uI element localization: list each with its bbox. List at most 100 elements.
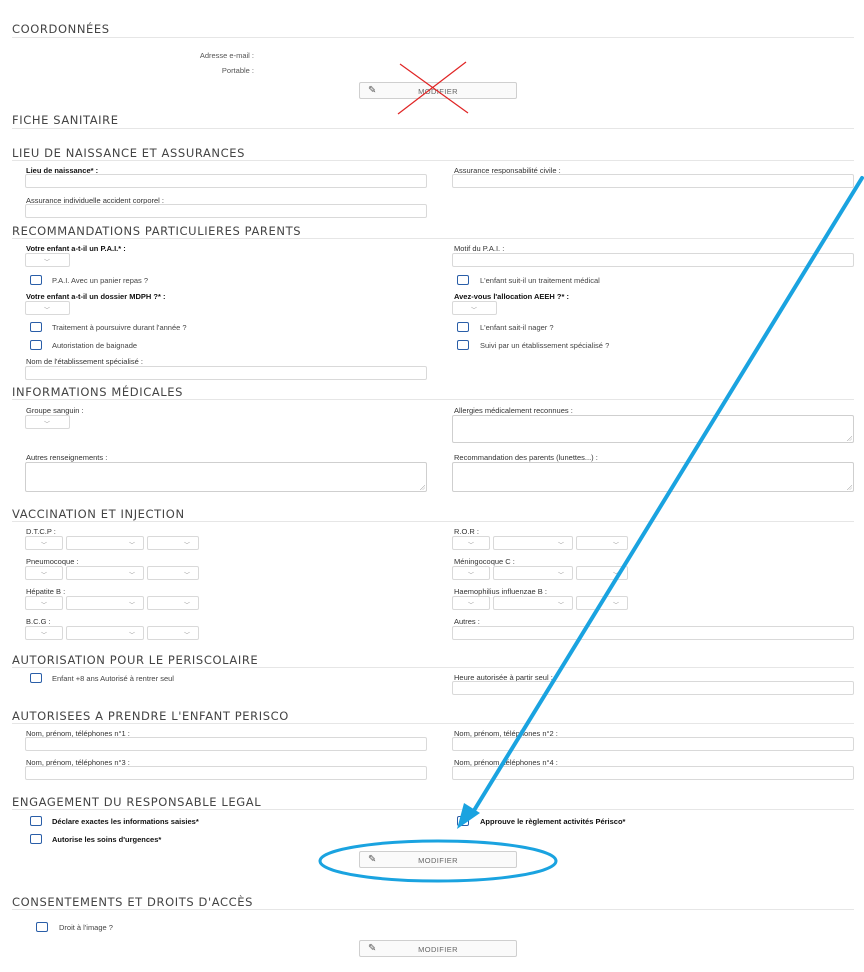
- dtcp-day-select[interactable]: ﹀: [25, 536, 63, 550]
- vaccin-autres-label: Autres :: [454, 617, 480, 626]
- suivi-checkbox[interactable]: [457, 340, 469, 350]
- bcg-month-select[interactable]: ﹀: [66, 626, 144, 640]
- divider: [12, 128, 854, 129]
- ror-day-select[interactable]: ﹀: [452, 536, 490, 550]
- nager-checkbox[interactable]: [457, 322, 469, 332]
- pneumocoque-year-select[interactable]: ﹀: [147, 566, 199, 580]
- groupe-sanguin-select[interactable]: ﹀: [25, 415, 70, 429]
- approuve-label: Approuve le règlement activités Périsco*: [480, 817, 626, 826]
- modify-fiche-button[interactable]: ✎ MODIFIER: [359, 851, 517, 868]
- section-vaccination-title: VACCINATION ET INJECTION: [12, 507, 185, 521]
- meningocoque-day-select[interactable]: ﹀: [452, 566, 490, 580]
- etab-label: Nom de l'établissement spécialisé :: [26, 357, 143, 366]
- autres-renseignements-textarea[interactable]: [25, 462, 427, 492]
- pneumocoque-month-select[interactable]: ﹀: [66, 566, 144, 580]
- traitement-medical-label: L'enfant suit-il un traitement médical: [480, 276, 600, 285]
- pai-select[interactable]: ﹀: [25, 253, 70, 267]
- contact1-input[interactable]: [25, 737, 427, 751]
- chevron-down-icon: ﹀: [44, 308, 51, 314]
- contact2-input[interactable]: [452, 737, 854, 751]
- pneumocoque-day-select[interactable]: ﹀: [25, 566, 63, 580]
- traitement-medical-checkbox[interactable]: [457, 275, 469, 285]
- mdph-label: Votre enfant a-t-il un dossier MDPH ?* :: [26, 292, 166, 301]
- traitement-annee-checkbox[interactable]: [30, 322, 42, 332]
- hepatite-label: Hépatite B :: [26, 587, 66, 596]
- chevron-down-icon: ﹀: [44, 260, 51, 266]
- contact3-input[interactable]: [25, 766, 427, 780]
- section-autorisees-title: AUTORISEES A PRENDRE L'ENFANT PERISCO: [12, 709, 289, 723]
- chevron-down-icon: ﹀: [129, 603, 136, 609]
- aeeh-select[interactable]: ﹀: [452, 301, 497, 315]
- chevron-down-icon: ﹀: [44, 422, 51, 428]
- chevron-down-icon: ﹀: [613, 543, 620, 549]
- chevron-down-icon: ﹀: [129, 633, 136, 639]
- section-medical-title: INFORMATIONS MÉDICALES: [12, 385, 184, 399]
- droit-image-label: Droit à l'image ?: [59, 923, 113, 932]
- phone-label: Portable :: [221, 66, 254, 75]
- chevron-down-icon: ﹀: [129, 543, 136, 549]
- section-engagement-title: ENGAGEMENT DU RESPONSABLE LEGAL: [12, 795, 262, 809]
- haemophilius-year-select[interactable]: ﹀: [576, 596, 628, 610]
- droit-image-checkbox[interactable]: [36, 922, 48, 932]
- chevron-down-icon: ﹀: [558, 603, 565, 609]
- declare-checkbox[interactable]: [30, 816, 42, 826]
- dtcp-year-select[interactable]: ﹀: [147, 536, 199, 550]
- modify-contact-button[interactable]: ✎ MODIFIER: [359, 82, 517, 99]
- resize-grip-icon: [846, 435, 852, 441]
- pneumocoque-label: Pneumocoque :: [26, 557, 79, 566]
- divider: [12, 667, 854, 668]
- chevron-down-icon: ﹀: [41, 603, 48, 609]
- haemophilius-label: Haemophilius influenzae B :: [454, 587, 547, 596]
- approuve-checkbox[interactable]: [457, 816, 469, 826]
- meningocoque-month-select[interactable]: ﹀: [493, 566, 573, 580]
- chevron-down-icon: ﹀: [468, 603, 475, 609]
- hepatite-year-select[interactable]: ﹀: [147, 596, 199, 610]
- heure-input[interactable]: [452, 681, 854, 695]
- chevron-down-icon: ﹀: [184, 633, 191, 639]
- recommandation-parents-textarea[interactable]: [452, 462, 854, 492]
- ror-year-select[interactable]: ﹀: [576, 536, 628, 550]
- rc-insurance-input[interactable]: [452, 174, 854, 188]
- recommandation-parents-label: Recommandation des parents (lunettes...)…: [454, 453, 598, 462]
- chevron-down-icon: ﹀: [184, 573, 191, 579]
- chevron-down-icon: ﹀: [184, 543, 191, 549]
- chevron-down-icon: ﹀: [129, 573, 136, 579]
- dtcp-month-select[interactable]: ﹀: [66, 536, 144, 550]
- resize-grip-icon: [419, 484, 425, 490]
- modify-consent-button[interactable]: ✎ MODIFIER: [359, 940, 517, 957]
- pai-motif-input[interactable]: [452, 253, 854, 267]
- declare-label: Déclare exactes les informations saisies…: [52, 817, 199, 826]
- meningocoque-year-select[interactable]: ﹀: [576, 566, 628, 580]
- haemophilius-month-select[interactable]: ﹀: [493, 596, 573, 610]
- vaccin-autres-input[interactable]: [452, 626, 854, 640]
- birthplace-input[interactable]: [25, 174, 427, 188]
- mdph-select[interactable]: ﹀: [25, 301, 70, 315]
- bcg-year-select[interactable]: ﹀: [147, 626, 199, 640]
- hepatite-day-select[interactable]: ﹀: [25, 596, 63, 610]
- chevron-down-icon: ﹀: [41, 573, 48, 579]
- contact4-input[interactable]: [452, 766, 854, 780]
- divider: [12, 909, 854, 910]
- soins-checkbox[interactable]: [30, 834, 42, 844]
- hepatite-month-select[interactable]: ﹀: [66, 596, 144, 610]
- allergies-textarea[interactable]: [452, 415, 854, 443]
- accident-insurance-input[interactable]: [25, 204, 427, 218]
- chevron-down-icon: ﹀: [184, 603, 191, 609]
- chevron-down-icon: ﹀: [613, 573, 620, 579]
- divider: [12, 399, 854, 400]
- etab-input[interactable]: [25, 366, 427, 380]
- divider: [12, 37, 854, 38]
- pai-motif-label: Motif du P.A.I. :: [454, 244, 505, 253]
- bcg-day-select[interactable]: ﹀: [25, 626, 63, 640]
- panier-label: P.A.I. Avec un panier repas ?: [52, 276, 149, 285]
- rentrer-seul-checkbox[interactable]: [30, 673, 42, 683]
- panier-checkbox[interactable]: [30, 275, 42, 285]
- baignade-checkbox[interactable]: [30, 340, 42, 350]
- divider: [12, 809, 854, 810]
- suivi-label: Suivi par un établissement spécialisé ?: [480, 341, 610, 350]
- ror-month-select[interactable]: ﹀: [493, 536, 573, 550]
- section-recommandations-title: RECOMMANDATIONS PARTICULIERES PARENTS: [12, 224, 302, 238]
- bcg-label: B.C.G :: [26, 617, 51, 626]
- haemophilius-day-select[interactable]: ﹀: [452, 596, 490, 610]
- chevron-down-icon: ﹀: [468, 573, 475, 579]
